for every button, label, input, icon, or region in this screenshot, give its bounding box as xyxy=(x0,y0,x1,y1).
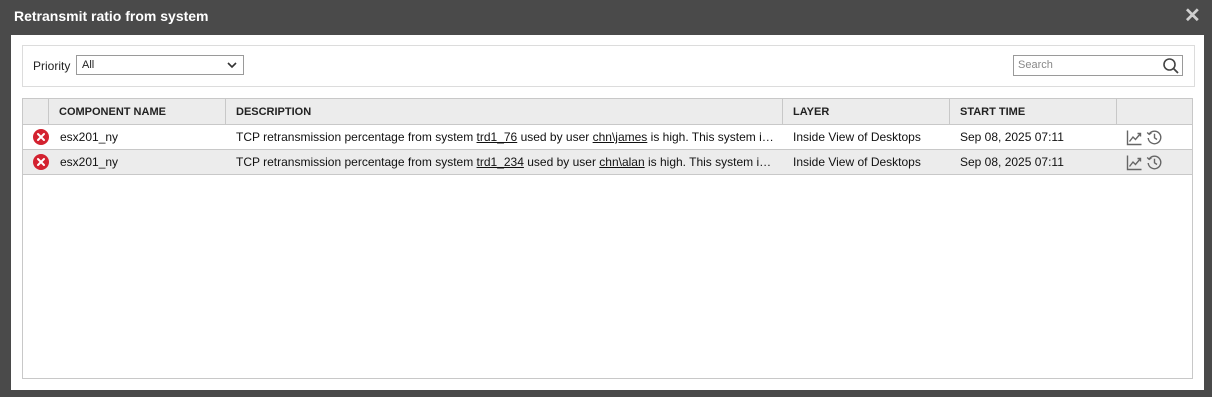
filter-bar: Priority All xyxy=(22,45,1195,87)
layer: Inside View of Desktops xyxy=(793,155,921,169)
description-text: TCP retransmission percentage from syste… xyxy=(236,130,477,144)
user-link[interactable]: chn\alan xyxy=(599,155,644,169)
description-text: is high. This system i… xyxy=(647,130,774,144)
critical-status-icon xyxy=(33,129,49,145)
table-row[interactable]: esx201_ny TCP retransmission percentage … xyxy=(23,150,1192,175)
close-icon[interactable]: ✕ xyxy=(1184,6,1201,26)
header-component[interactable]: COMPONENT NAME xyxy=(49,99,226,124)
description-text: TCP retransmission percentage from syste… xyxy=(236,155,477,169)
header-actions xyxy=(1117,99,1192,124)
system-link[interactable]: trd1_76 xyxy=(477,130,518,144)
start-time: Sep 08, 2025 07:11 xyxy=(960,130,1064,144)
dialog-body: Priority All COMPONENT NAME DESCRIPTION … xyxy=(11,35,1204,390)
user-link[interactable]: chn\james xyxy=(593,130,648,144)
description: TCP retransmission percentage from syste… xyxy=(236,125,776,149)
search-box[interactable] xyxy=(1013,55,1183,76)
trend-graph-icon[interactable] xyxy=(1126,129,1143,146)
component-name[interactable]: esx201_ny xyxy=(60,150,118,174)
priority-label: Priority xyxy=(33,59,71,73)
header-layer[interactable]: LAYER xyxy=(783,99,950,124)
history-icon[interactable] xyxy=(1146,129,1163,146)
system-link[interactable]: trd1_234 xyxy=(477,155,524,169)
alarm-table: COMPONENT NAME DESCRIPTION LAYER START T… xyxy=(22,98,1193,379)
chevron-down-icon xyxy=(227,62,237,69)
history-icon[interactable] xyxy=(1146,154,1163,171)
search-input[interactable] xyxy=(1018,58,1158,72)
table-header: COMPONENT NAME DESCRIPTION LAYER START T… xyxy=(23,99,1192,125)
layer: Inside View of Desktops xyxy=(793,130,921,144)
priority-select[interactable]: All xyxy=(76,55,244,75)
header-description[interactable]: DESCRIPTION xyxy=(226,99,783,124)
header-severity xyxy=(23,99,49,124)
window-title: Retransmit ratio from system xyxy=(14,8,209,24)
title-bar: Retransmit ratio from system ✕ xyxy=(0,0,1212,34)
priority-value: All xyxy=(82,59,95,71)
header-start-time[interactable]: START TIME xyxy=(950,99,1117,124)
description-text: is high. This system i… xyxy=(644,155,772,169)
start-time: Sep 08, 2025 07:11 xyxy=(960,155,1064,169)
description: TCP retransmission percentage from syste… xyxy=(236,150,776,174)
critical-status-icon xyxy=(33,154,49,170)
trend-graph-icon[interactable] xyxy=(1126,154,1143,171)
search-icon[interactable] xyxy=(1162,57,1180,75)
description-text: used by user xyxy=(517,130,593,144)
description-text: used by user xyxy=(523,155,600,169)
table-row[interactable]: esx201_ny TCP retransmission percentage … xyxy=(23,125,1192,150)
component-name[interactable]: esx201_ny xyxy=(60,125,118,149)
